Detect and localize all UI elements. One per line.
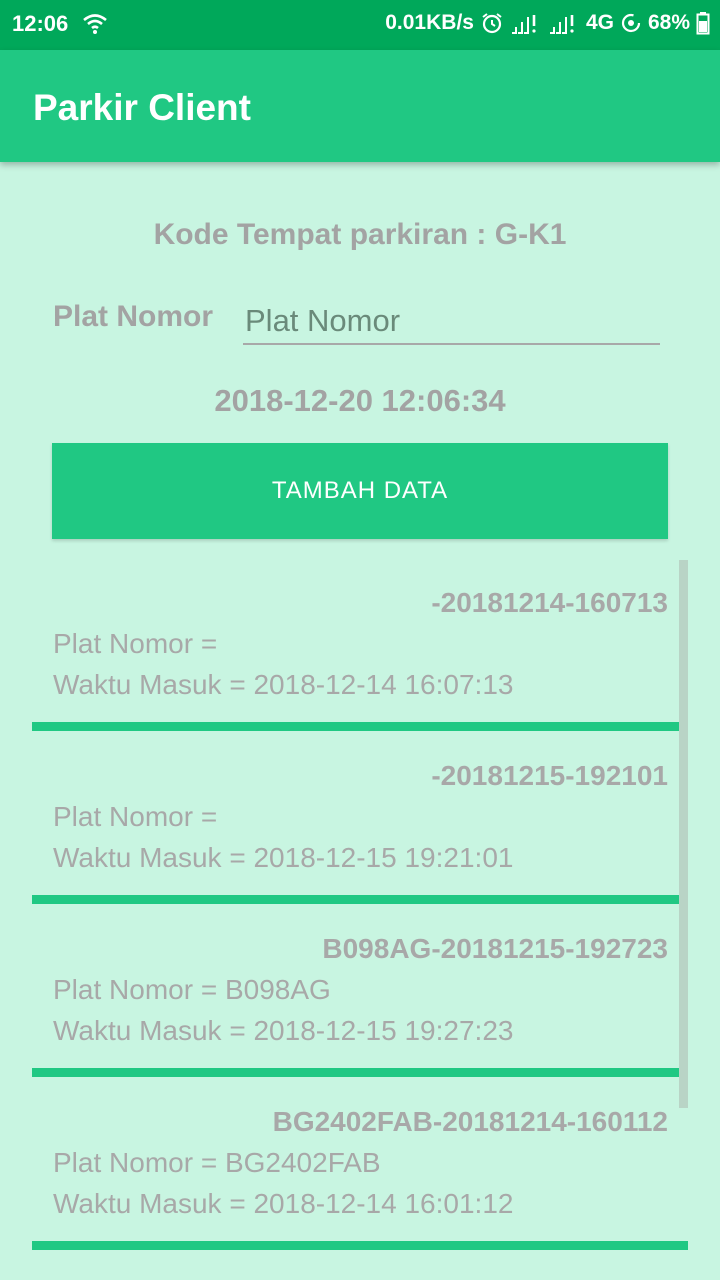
item-divider xyxy=(32,1241,688,1250)
item-plat-nomor: Plat Nomor = xyxy=(53,801,218,832)
status-bar: 12:06 0.01KB/s 4G 68% xyxy=(0,0,720,50)
plat-nomor-input[interactable] xyxy=(243,295,660,345)
item-divider xyxy=(32,722,688,731)
signal-icon xyxy=(548,11,580,35)
item-key: -20181215-192101 xyxy=(431,760,668,791)
wifi-icon xyxy=(82,12,108,36)
item-waktu-masuk: Waktu Masuk = 2018-12-14 16:07:13 xyxy=(53,669,514,700)
item-key: BG2402FAB-20181214-160112 xyxy=(272,1106,668,1137)
network-speed: 0.01KB/s xyxy=(385,11,474,34)
tambah-data-button[interactable]: TAMBAH DATA xyxy=(52,443,668,539)
status-time: 12:06 xyxy=(12,11,69,36)
alarm-icon xyxy=(480,11,504,35)
battery-icon xyxy=(696,11,710,35)
list-item[interactable]: -20181214-160713 Plat Nomor = Waktu Masu… xyxy=(32,560,688,733)
list-item[interactable]: B098AG-20181215-192723 Plat Nomor = B098… xyxy=(32,906,688,1079)
kode-tempat-parkiran: Kode Tempat parkiran : G-K1 xyxy=(153,218,567,251)
item-plat-nomor: Plat Nomor = xyxy=(53,628,218,659)
item-plat-nomor: Plat Nomor = B098AG xyxy=(53,974,331,1005)
list-item[interactable]: -20181215-192101 Plat Nomor = Waktu Masu… xyxy=(32,733,688,906)
list-scrollbar[interactable] xyxy=(679,560,688,1108)
item-waktu-masuk: Waktu Masuk = 2018-12-14 16:01:12 xyxy=(53,1188,514,1219)
battery-level: 68% xyxy=(647,11,690,34)
current-datetime: 2018-12-20 12:06:34 xyxy=(214,383,506,418)
parking-list[interactable]: -20181214-160713 Plat Nomor = Waktu Masu… xyxy=(32,560,688,1280)
item-waktu-masuk: Waktu Masuk = 2018-12-15 19:21:01 xyxy=(53,842,514,873)
item-key: B098AG-20181215-192723 xyxy=(322,933,668,964)
app-bar: Parkir Client xyxy=(0,50,720,162)
item-key: -20181214-160713 xyxy=(431,587,668,618)
status-right: 0.01KB/s 4G 68% xyxy=(385,11,710,35)
network-type: 4G xyxy=(585,11,614,34)
plat-nomor-label: Plat Nomor xyxy=(53,300,214,333)
app-title: Parkir Client xyxy=(33,87,251,128)
item-waktu-masuk: Waktu Masuk = 2018-12-15 19:27:23 xyxy=(53,1015,514,1046)
signal-icon xyxy=(510,11,542,35)
item-plat-nomor: Plat Nomor = BG2402FAB xyxy=(53,1147,381,1178)
item-divider xyxy=(32,1068,688,1077)
list-item[interactable]: BG2402FAB-20181214-160112 Plat Nomor = B… xyxy=(32,1079,688,1252)
data-saver-icon xyxy=(620,12,642,34)
item-divider xyxy=(32,895,688,904)
